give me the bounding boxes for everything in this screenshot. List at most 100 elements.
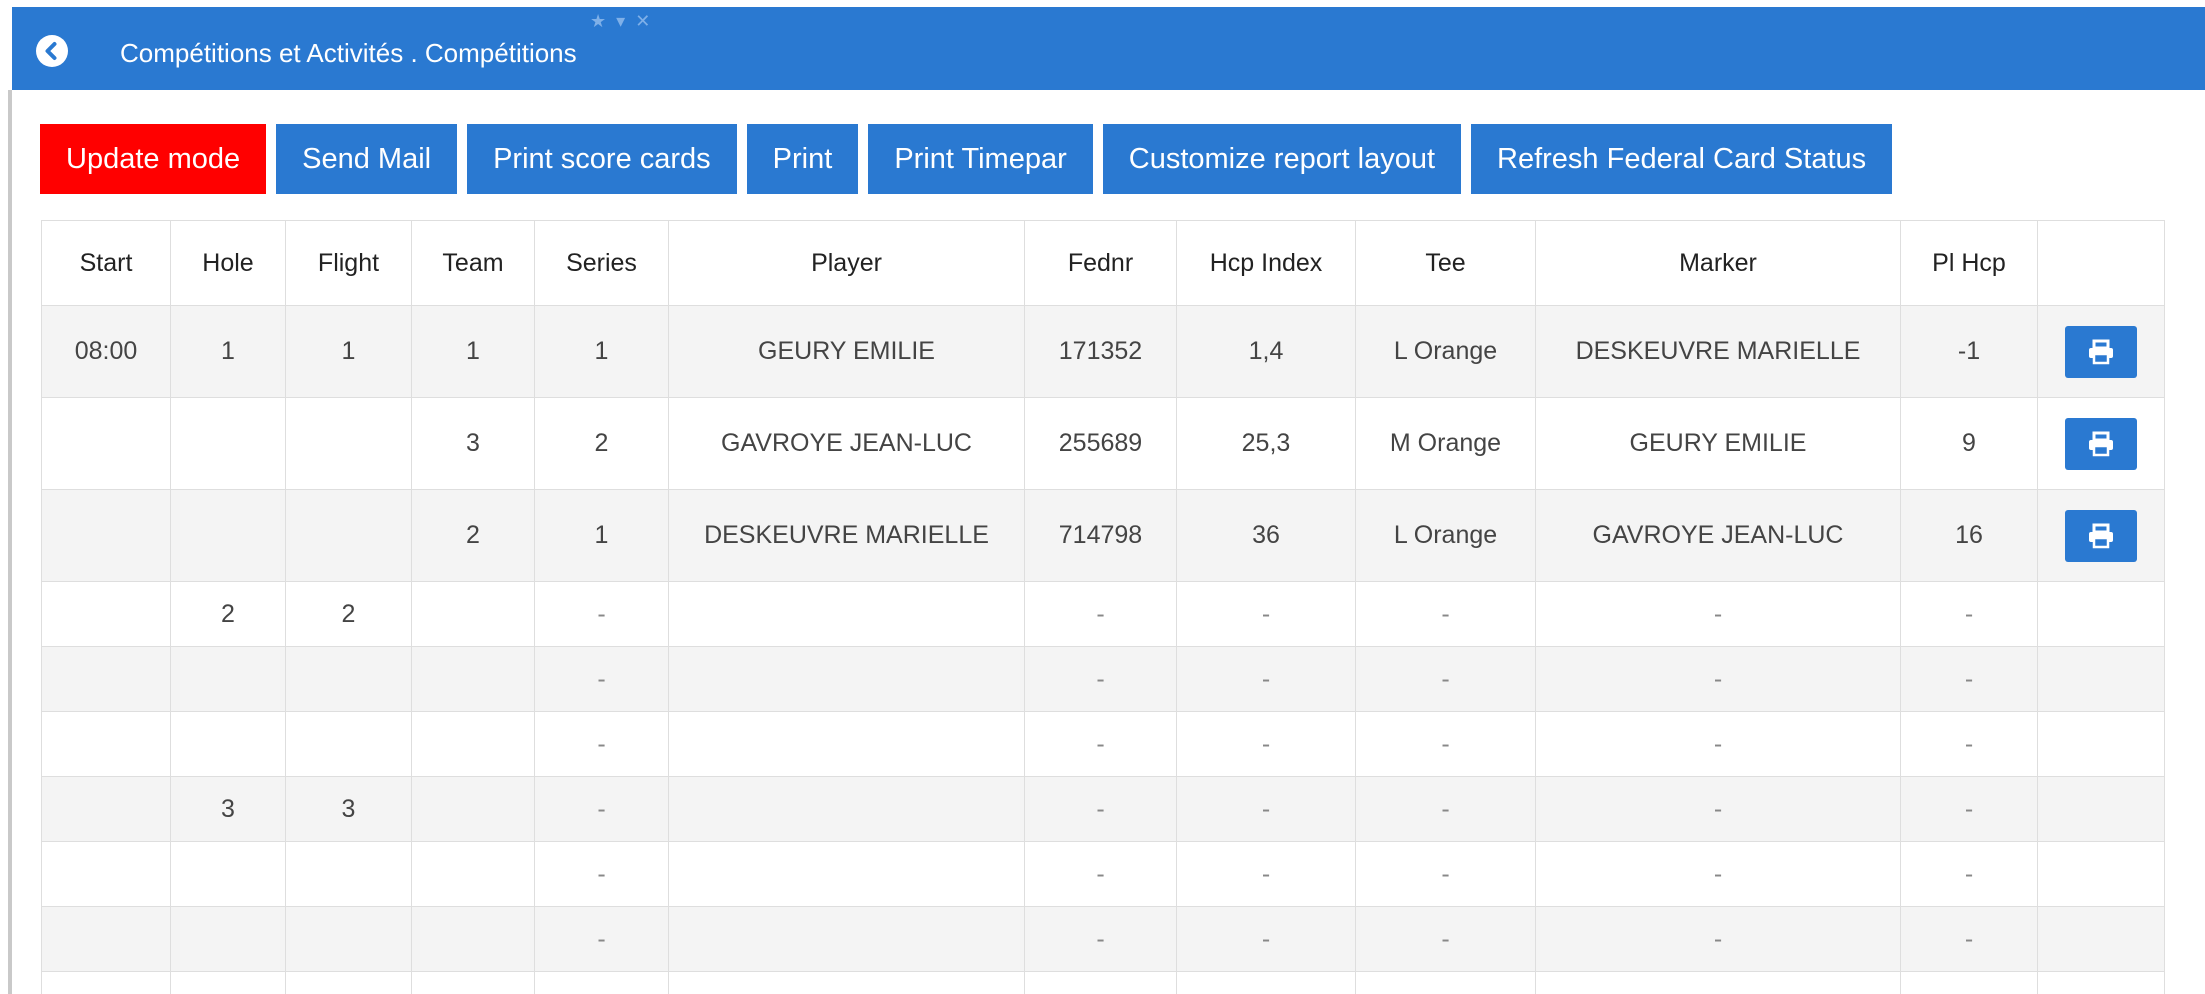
cell-series: - [534,711,669,777]
cell-player [668,646,1025,712]
cell-start: 08:00 [41,305,171,398]
cell-start [41,489,171,582]
page: Compétitions et Activités . Compétitions… [0,0,2205,994]
cell-series: 1 [534,489,669,582]
table-row: 08:00 1 1 1 1 GEURY EMILIE 171352 1,4 L Orange DE… [41,305,2165,398]
column-header-start[interactable]: Start [41,220,171,306]
page-title: Compétitions et Activités . Compétitions [120,38,577,68]
print-score-cards-button[interactable]: Print score cards [467,124,737,194]
cell-pl-hcp [1900,971,2038,994]
cell-pl-hcp: - [1900,711,2038,777]
print-scorecard-button[interactable] [2065,417,2137,470]
cell-hcp-index: 25,3 [1176,397,1356,490]
cell-fednr [1024,971,1177,994]
cell-series: 1 [534,305,669,398]
cell-tee: - [1355,711,1536,777]
cell-player: DESKEUVRE MARIELLE [668,489,1025,582]
chevron-down-icon[interactable]: ▾ [616,11,625,32]
cell-hcp-index: 1,4 [1176,305,1356,398]
print-cell [2037,305,2165,398]
cell-start [41,581,171,647]
cell-start [41,646,171,712]
table-row: ------ [41,646,2165,712]
cell-hole [170,841,286,907]
customize-report-layout-button[interactable]: Customize report layout [1102,124,1462,194]
cell-team: 1 [411,305,535,398]
cell-hole: 1 [170,305,286,398]
cell-series: - [534,841,669,907]
cell-tee: - [1355,906,1536,972]
cell-team [411,906,535,972]
column-header-marker[interactable]: Marker [1535,220,1901,306]
cell-pl-hcp: - [1900,581,2038,647]
column-header-series[interactable]: Series [534,220,669,306]
printer-icon [2089,523,2113,548]
header-bar: Compétitions et Activités . Compétitions… [12,7,2205,90]
cell-pl-hcp: - [1900,841,2038,907]
cell-flight [285,489,412,582]
cell-hole [170,711,286,777]
cell-tee: - [1355,646,1536,712]
cell-hcp-index: - [1176,711,1356,777]
cell-fednr: 255689 [1024,397,1177,490]
cell-marker: GAVROYE JEAN-LUC [1535,489,1901,582]
cell-team [411,581,535,647]
cell-hole [170,397,286,490]
cell-hcp-index: - [1176,906,1356,972]
cell-marker: - [1535,711,1901,777]
table-body: 08:00 1 1 1 1 GEURY EMILIE 171352 1,4 L Orange DE… [41,305,2165,994]
column-header-actions [2037,220,2165,306]
cell-hole [170,971,286,994]
update-mode-button[interactable]: Update mode [40,124,267,194]
cell-flight [285,397,412,490]
cell-player [668,711,1025,777]
cell-start [41,971,171,994]
column-header-flight[interactable]: Flight [285,220,412,306]
refresh-federal-card-status-button[interactable]: Refresh Federal Card Status [1471,124,1893,194]
star-icon[interactable]: ★ [590,11,606,32]
column-header-tee[interactable]: Tee [1355,220,1536,306]
print-timepar-button[interactable]: Print Timepar [868,124,1093,194]
table-row: ------ [41,906,2165,972]
column-header-player[interactable]: Player [668,220,1025,306]
print-scorecard-button[interactable] [2065,509,2137,562]
cell-series: - [534,646,669,712]
cell-player [668,971,1025,994]
print-scorecard-button[interactable] [2065,325,2137,378]
cell-team [411,841,535,907]
tee-time-grid: Start Hole Flight Team Series Player Fednr Hcp … [41,220,2165,994]
column-header-fednr[interactable]: Fednr [1024,220,1177,306]
cell-actions [2037,711,2165,777]
send-mail-button[interactable]: Send Mail [276,124,458,194]
cell-team: 2 [411,489,535,582]
window-controls: ★ ▾ ✕ [590,11,650,32]
cell-start [41,776,171,842]
cell-fednr: - [1024,581,1177,647]
cell-marker [1535,971,1901,994]
cell-pl-hcp: 16 [1900,489,2038,582]
cell-tee: L Orange [1355,305,1536,398]
cell-fednr: 171352 [1024,305,1177,398]
cell-flight [285,841,412,907]
cell-team [411,971,535,994]
cell-actions [2037,776,2165,842]
print-button[interactable]: Print [746,124,859,194]
printer-icon [2089,339,2113,364]
printer-icon [2089,431,2113,456]
cell-hcp-index: - [1176,776,1356,842]
print-cell [2037,489,2165,582]
cell-pl-hcp: - [1900,646,2038,712]
cell-marker: - [1535,776,1901,842]
cell-start [41,711,171,777]
close-icon[interactable]: ✕ [635,11,650,32]
table-row [41,971,2165,994]
column-header-hcp-index[interactable]: Hcp Index [1176,220,1356,306]
cell-tee [1355,971,1536,994]
cell-fednr: - [1024,646,1177,712]
column-header-pl-hcp[interactable]: Pl Hcp [1900,220,2038,306]
column-header-team[interactable]: Team [411,220,535,306]
back-icon[interactable] [36,35,68,67]
column-header-hole[interactable]: Hole [170,220,286,306]
cell-flight: 1 [285,305,412,398]
cell-series: 2 [534,397,669,490]
